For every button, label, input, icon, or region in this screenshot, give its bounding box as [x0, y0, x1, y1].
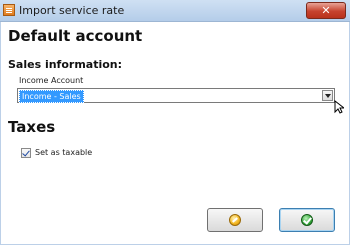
ok-button[interactable] [279, 208, 335, 232]
page-title: Default account [8, 27, 143, 45]
close-icon: ✕ [321, 4, 331, 17]
close-button[interactable]: ✕ [306, 2, 346, 19]
chevron-down-icon[interactable] [322, 90, 333, 101]
taxable-checkbox-label[interactable]: Set as taxable [35, 148, 92, 157]
income-account-label: Income Account [19, 76, 84, 85]
cancel-button[interactable] [207, 208, 263, 232]
taxes-heading: Taxes [8, 118, 56, 136]
income-account-select[interactable]: Income - Sales [17, 88, 335, 103]
window-title: Import service rate [19, 4, 125, 17]
income-account-value: Income - Sales [19, 90, 84, 103]
title-bar[interactable]: Import service rate ✕ [0, 0, 350, 22]
sales-section-heading: Sales information: [8, 58, 123, 71]
ok-check-icon [301, 214, 313, 226]
import-service-rate-dialog: Import service rate ✕ Default account Sa… [0, 0, 350, 245]
cancel-icon [229, 214, 241, 226]
taxable-checkbox[interactable] [21, 148, 31, 158]
app-icon [3, 4, 15, 16]
